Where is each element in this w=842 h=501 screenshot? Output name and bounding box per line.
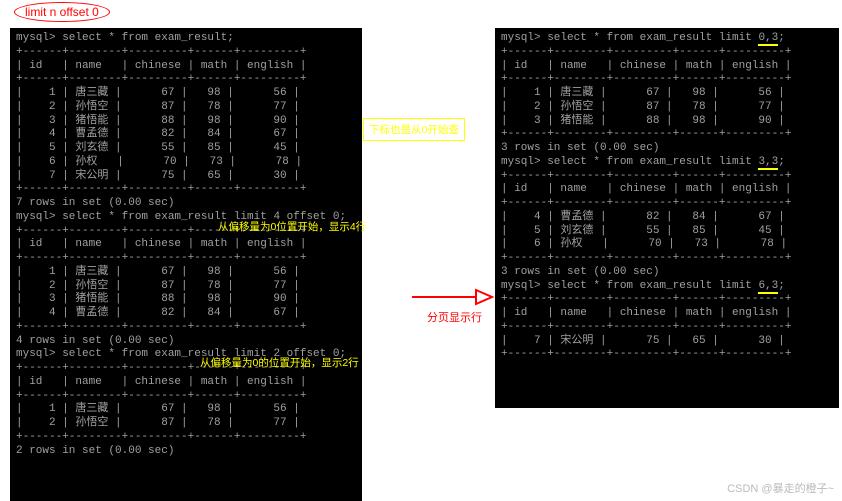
b: +------+--------+---------+------+------…: [16, 183, 306, 195]
watermark: CSDN @暴走的橙子~: [727, 480, 834, 496]
r: | 2 | 孙悟空 | 87 | 78 | 77 |: [16, 280, 300, 292]
b: +------+--------+---------+------+------…: [501, 46, 791, 58]
r: | 7 | 宋公明 | 75 | 65 | 30 |: [501, 335, 785, 347]
note2: 从偏移量为0的位置开始，显示2行: [200, 355, 359, 370]
circled-text: limit n offset 0: [14, 2, 110, 22]
b: +------+--------+---------+------+------…: [16, 431, 306, 443]
r: | 1 | 唐三藏 | 67 | 98 | 56 |: [501, 87, 785, 99]
b: +------+--------+---------+------+------…: [501, 73, 791, 85]
callout-box: 下标也是从0开始查: [363, 118, 465, 141]
r: | 4 | 曹孟德 | 82 | 84 | 67 |: [16, 128, 300, 140]
mark2: 3,3: [758, 156, 778, 170]
b: +------+--------+---------+------+------…: [16, 73, 306, 85]
note1: 从偏移量为0位置开始，显示4行: [218, 219, 366, 234]
h: | id | name | chinese | math | english |: [501, 183, 791, 195]
b: +------+--------+---------+------+------…: [16, 321, 306, 333]
r: | 7 | 宋公明 | 75 | 65 | 30 |: [16, 170, 300, 182]
r: | 1 | 唐三藏 | 67 | 98 | 56 |: [16, 87, 300, 99]
b: +------+--------+---------+------+------…: [501, 293, 791, 305]
b: +------+--------+---------+------+------…: [501, 197, 791, 209]
r: | 1 | 唐三藏 | 67 | 98 | 56 |: [16, 403, 300, 415]
r: | 3 | 猪悟能 | 88 | 98 | 90 |: [16, 293, 300, 305]
res1: 3 rows in set (0.00 sec): [501, 142, 659, 154]
r: | 1 | 唐三藏 | 67 | 98 | 56 |: [16, 266, 300, 278]
r: | 6 | 孙权 | 70 | 73 | 78 |: [16, 156, 302, 168]
b: +------+--------+---------+------+------…: [16, 390, 306, 402]
r: | 2 | 孙悟空 | 87 | 78 | 77 |: [16, 417, 300, 429]
r: | 2 | 孙悟空 | 87 | 78 | 77 |: [501, 101, 785, 113]
b: +------+--------+---------+------+------…: [501, 348, 791, 360]
r: | 3 | 猪悟能 | 88 | 98 | 90 |: [16, 115, 300, 127]
res1: 7 rows in set (0.00 sec): [16, 197, 174, 209]
res2: 3 rows in set (0.00 sec): [501, 266, 659, 278]
q1: mysql> select * from exam_result;: [16, 32, 234, 44]
b: +------+--------+---------+------+------…: [501, 128, 791, 140]
r: | 2 | 孙悟空 | 87 | 78 | 77 |: [16, 101, 300, 113]
b: +------+--------+---------+------+------…: [501, 321, 791, 333]
res2: 4 rows in set (0.00 sec): [16, 335, 174, 347]
r: | 4 | 曹孟德 | 82 | 84 | 67 |: [501, 211, 785, 223]
left-terminal: mysql> select * from exam_result; +-----…: [10, 28, 362, 501]
r: | 5 | 刘玄德 | 55 | 85 | 45 |: [501, 225, 785, 237]
mark3: 6,3: [758, 280, 778, 294]
r: | 6 | 孙权 | 70 | 73 | 78 |: [501, 238, 787, 250]
b: +------+--------+---------+------+------…: [16, 252, 306, 264]
res3: 2 rows in set (0.00 sec): [16, 445, 174, 457]
h: | id | name | chinese | math | english |: [16, 376, 306, 388]
arrow-icon: [410, 285, 495, 309]
q3: mysql> select * from exam_result limit 6…: [501, 280, 785, 294]
h: | id | name | chinese | math | english |: [501, 307, 791, 319]
right-terminal: mysql> select * from exam_result limit 0…: [495, 28, 839, 408]
b: +------+--------+---------+------+------…: [501, 170, 791, 182]
header-annotation: limit n offset 0: [14, 2, 110, 22]
q1: mysql> select * from exam_result limit 0…: [501, 32, 785, 46]
r: | 5 | 刘玄德 | 55 | 85 | 45 |: [16, 142, 300, 154]
h: | id | name | chinese | math | english |: [501, 60, 791, 72]
h: | id | name | chinese | math | english |: [16, 60, 306, 72]
callout-text: 下标也是从0开始查: [369, 124, 459, 136]
b: +------+--------+---------+------+------…: [16, 46, 306, 58]
b: +------+--------+---------+------+------…: [501, 252, 791, 264]
q2: mysql> select * from exam_result limit 3…: [501, 156, 785, 170]
r: | 3 | 猪悟能 | 88 | 98 | 90 |: [501, 115, 785, 127]
h: | id | name | chinese | math | english |: [16, 238, 306, 250]
arrow-label: 分页显示行: [427, 309, 482, 325]
r: | 4 | 曹孟德 | 82 | 84 | 67 |: [16, 307, 300, 319]
mark1: 0,3: [758, 32, 778, 46]
